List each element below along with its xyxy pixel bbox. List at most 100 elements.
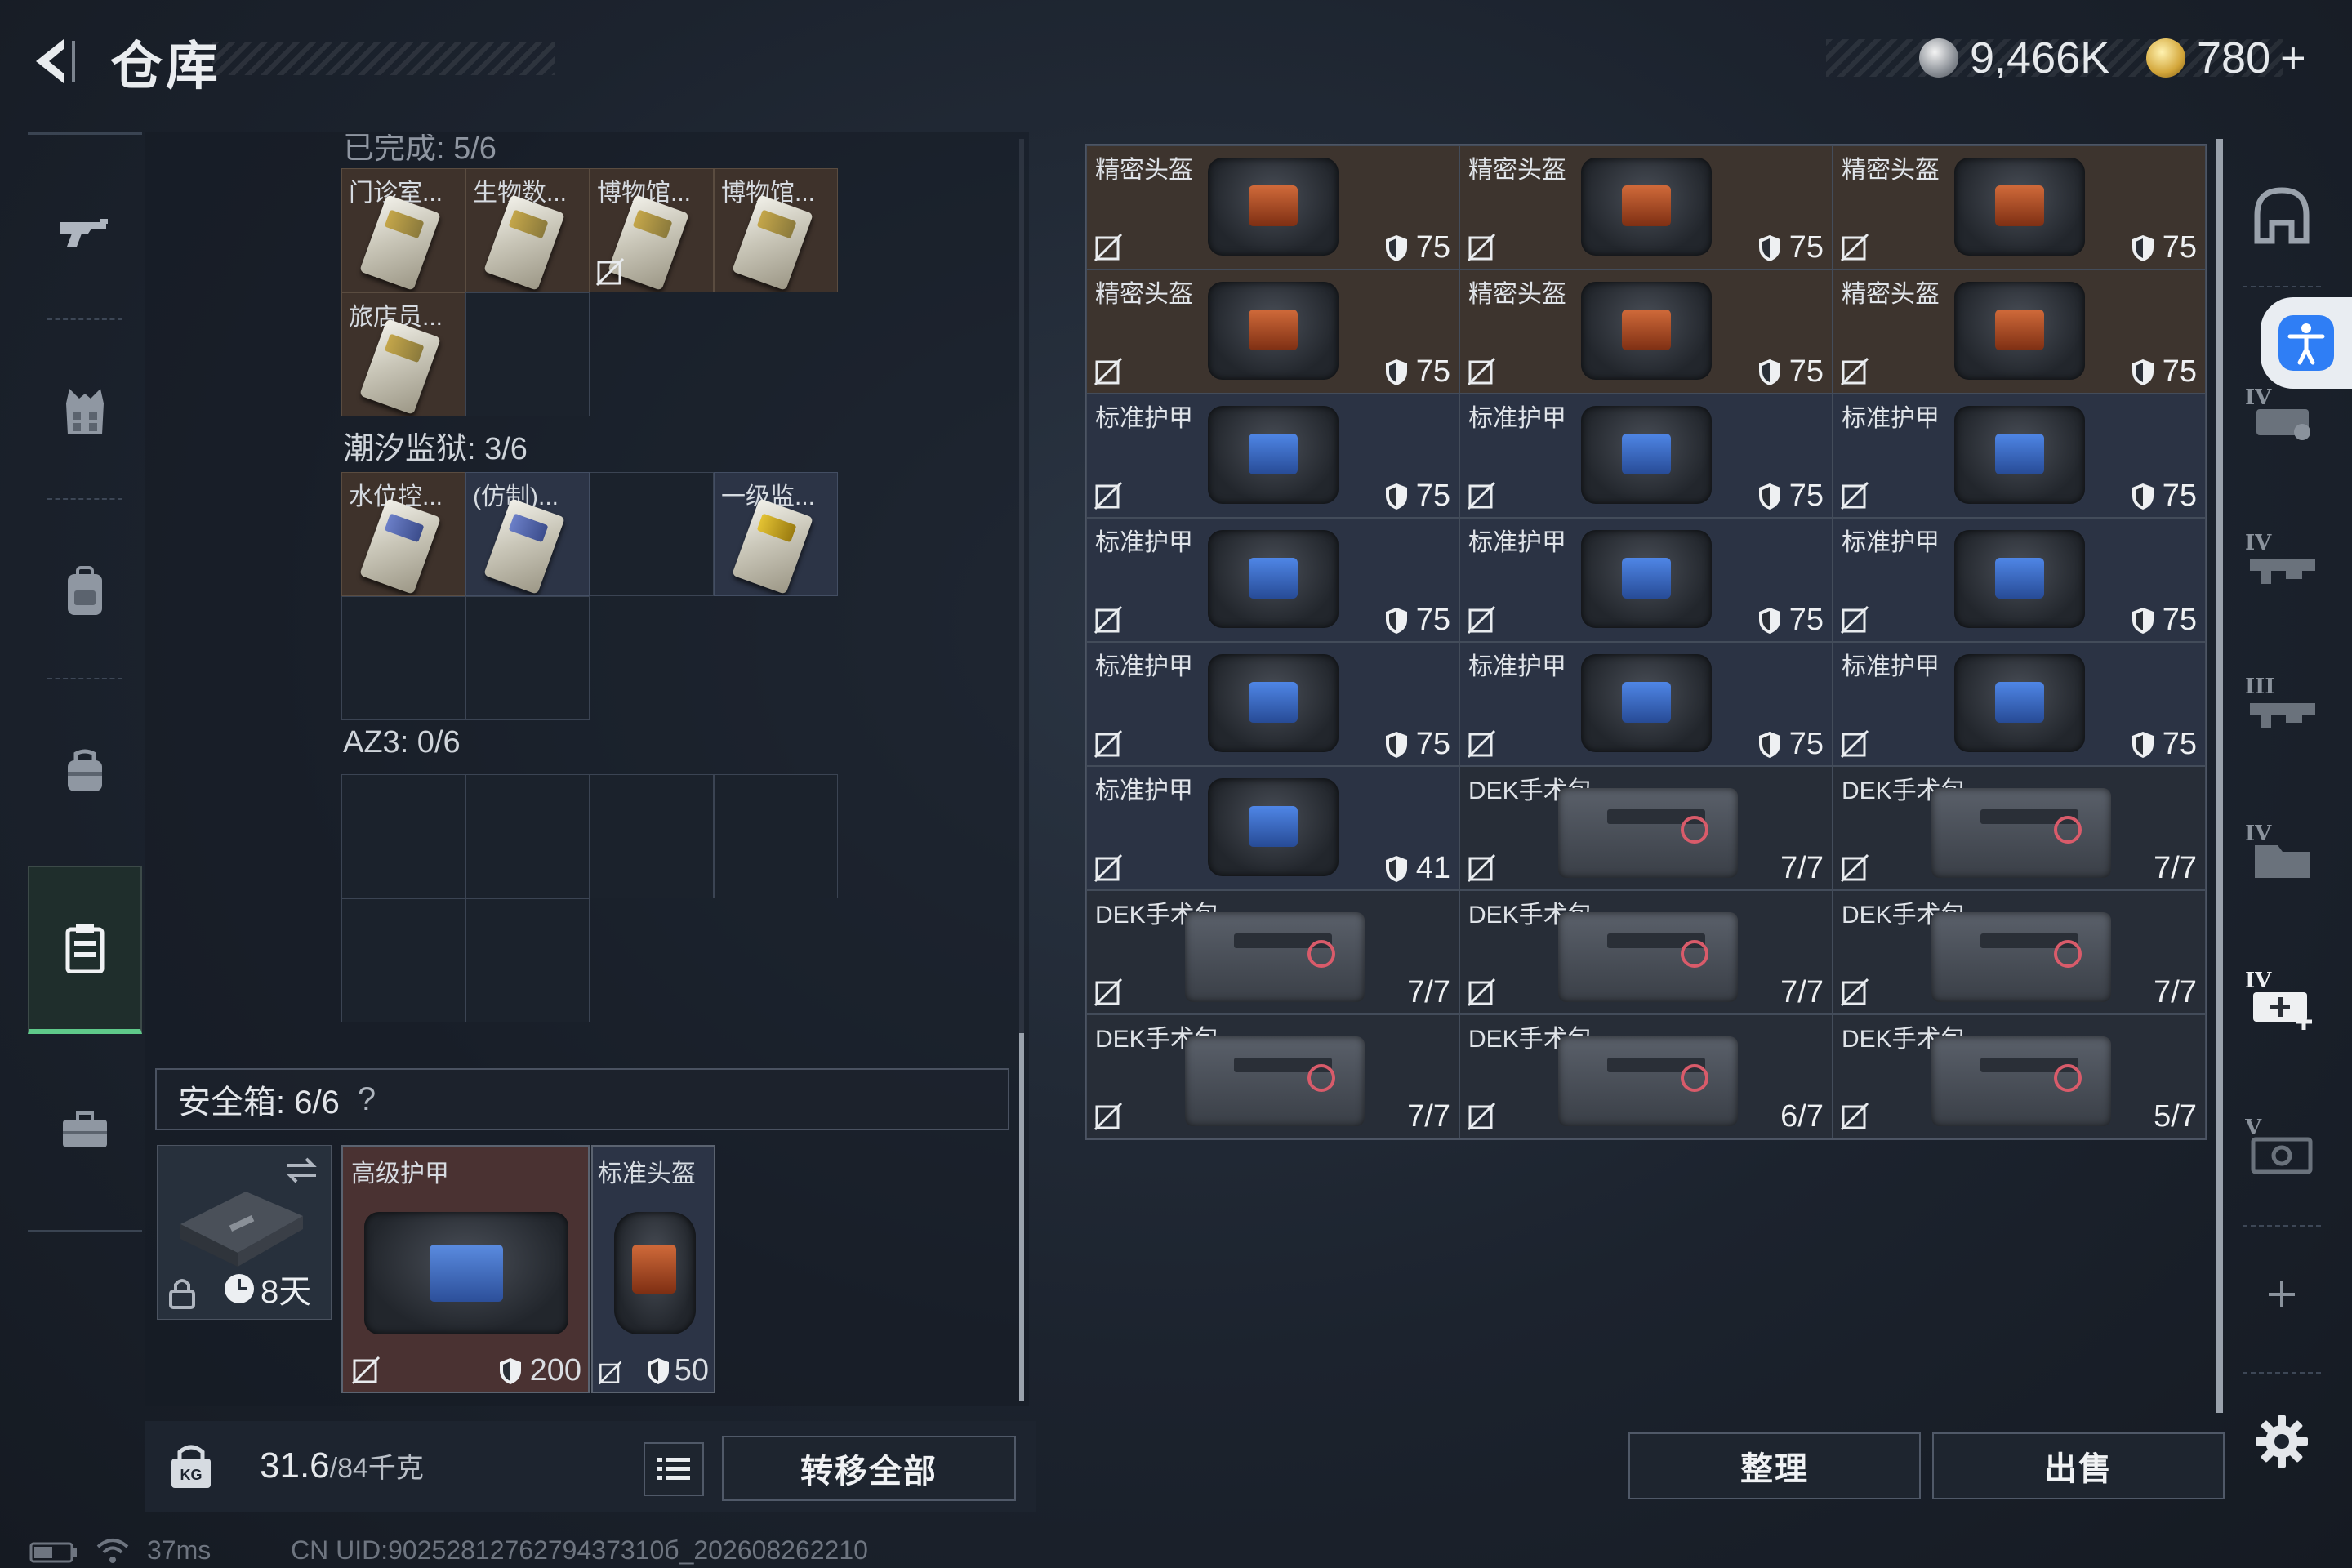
keycard-slot[interactable]: 博物馆... xyxy=(714,168,838,292)
item-label: 精密头盔 xyxy=(1842,281,1940,308)
stash-item-medkit[interactable]: DEK手术包 7/7 xyxy=(1086,1014,1459,1138)
right-scroll-thumb[interactable] xyxy=(2216,139,2223,1413)
sell-button[interactable]: 出售 xyxy=(1932,1432,2225,1499)
accessibility-button[interactable] xyxy=(2261,297,2352,389)
stash-item-helmet[interactable]: 精密头盔 75 xyxy=(1833,270,2206,394)
empty-slot[interactable] xyxy=(466,774,590,898)
backpack-icon xyxy=(68,566,102,615)
empty-slot[interactable] xyxy=(341,898,466,1022)
nav-bag[interactable] xyxy=(28,722,142,820)
stash-item-helmet[interactable]: 精密头盔 75 xyxy=(1086,145,1459,270)
stash-item-helmet[interactable]: 精密头盔 75 xyxy=(1833,145,2206,270)
no-drop-icon xyxy=(1840,481,1869,510)
item-value-text: 5/7 xyxy=(2154,1099,2197,1134)
left-scroll-thumb[interactable] xyxy=(1019,1033,1024,1401)
item-label: 精密头盔 xyxy=(1468,157,1566,184)
stash-item-medkit[interactable]: DEK手术包 5/7 xyxy=(1833,1014,2206,1138)
sort-button[interactable]: 整理 xyxy=(1628,1432,1921,1499)
keycard-slot[interactable]: (仿制)... xyxy=(466,472,590,596)
empty-slot[interactable] xyxy=(590,774,714,898)
empty-slot[interactable] xyxy=(466,596,590,720)
add-filter-button[interactable] xyxy=(2241,1258,2323,1331)
empty-slot[interactable] xyxy=(466,292,590,416)
nav-secure-container[interactable] xyxy=(28,866,142,1034)
stash-item-armor[interactable]: 标准护甲 75 xyxy=(1459,642,1833,766)
silver-coin-icon xyxy=(1919,38,1958,78)
stash-item-medkit[interactable]: DEK手术包 7/7 xyxy=(1459,766,1833,890)
svg-text:III: III xyxy=(2245,675,2275,699)
stash-item-armor[interactable]: 标准护甲 75 xyxy=(1833,642,2206,766)
back-arrow-icon[interactable] xyxy=(24,33,82,90)
item-value: 7/7 xyxy=(2154,851,2197,886)
timer-text: 8天 xyxy=(261,1274,312,1310)
helmet-icon xyxy=(614,1212,696,1334)
list-view-button[interactable] xyxy=(644,1442,704,1496)
keycard-slot[interactable]: 门诊室... xyxy=(341,168,466,292)
help-icon[interactable]: ? xyxy=(358,1081,376,1118)
filter-chest-v[interactable]: V xyxy=(2241,1107,2323,1181)
nav-vest[interactable] xyxy=(28,363,142,461)
nav-weapons[interactable] xyxy=(28,183,142,281)
item-value-text: 41 xyxy=(1415,851,1450,885)
stash-item-armor[interactable]: 标准护甲 75 xyxy=(1086,642,1459,766)
stash-item-helmet[interactable]: 精密头盔 75 xyxy=(1086,270,1459,394)
svg-text:IV: IV xyxy=(2245,531,2272,555)
stash-item-medkit[interactable]: DEK手术包 6/7 xyxy=(1459,1014,1833,1138)
stash-item-armor[interactable]: 标准护甲 41 xyxy=(1086,766,1459,890)
no-drop-icon xyxy=(1094,481,1123,510)
stash-item-medkit[interactable]: DEK手术包 7/7 xyxy=(1459,890,1833,1014)
stash-item-armor[interactable]: 标准护甲 75 xyxy=(1086,394,1459,518)
empty-slot[interactable] xyxy=(714,774,838,898)
keycard-slot[interactable]: 水位控... xyxy=(341,472,466,596)
filter-helmet[interactable] xyxy=(2241,180,2323,253)
stash-item-medkit[interactable]: DEK手术包 7/7 xyxy=(1833,766,2206,890)
stash-item-medkit[interactable]: DEK手术包 7/7 xyxy=(1833,890,2206,1014)
filter-folder-iv[interactable]: IV xyxy=(2241,813,2323,887)
stash-item-armor[interactable]: 标准护甲 75 xyxy=(1086,518,1459,642)
add-gold-button[interactable]: + xyxy=(2280,33,2306,83)
item-value: 75 xyxy=(1385,603,1450,638)
safebox-container-slot[interactable]: 8天 xyxy=(157,1145,332,1320)
lock-icon xyxy=(169,1279,195,1309)
stash-item-helmet[interactable]: 精密头盔 75 xyxy=(1459,145,1833,270)
keycard-slot[interactable]: 旅店员... xyxy=(341,292,466,416)
settings-button[interactable] xyxy=(2241,1405,2323,1478)
safe-item-armor[interactable]: 高级护甲 200 xyxy=(341,1145,590,1393)
no-drop-icon xyxy=(1094,357,1123,386)
no-drop-icon xyxy=(1467,233,1496,262)
empty-slot[interactable] xyxy=(341,774,466,898)
no-drop-icon xyxy=(1094,853,1123,883)
empty-slot[interactable] xyxy=(590,472,714,596)
safe-item-helmet[interactable]: 标准头盔 50 xyxy=(591,1145,715,1393)
empty-slot[interactable] xyxy=(341,596,466,720)
transfer-all-button[interactable]: 转移全部 xyxy=(722,1436,1016,1501)
gold-currency[interactable]: 780 + xyxy=(2146,29,2306,87)
stash-item-armor[interactable]: 标准护甲 75 xyxy=(1459,394,1833,518)
nav-backpack[interactable] xyxy=(28,542,142,640)
stash-item-armor[interactable]: 标准护甲 75 xyxy=(1459,518,1833,642)
section-tide-prison: 潮汐监狱: 3/6 xyxy=(343,432,528,466)
stash-item-medkit[interactable]: DEK手术包 7/7 xyxy=(1086,890,1459,1014)
item-label: 标准护甲 xyxy=(1842,405,1940,432)
empty-slot[interactable] xyxy=(466,898,590,1022)
stash-item-armor[interactable]: 标准护甲 75 xyxy=(1833,394,2206,518)
no-drop-icon xyxy=(1467,853,1496,883)
filter-rifle-iv[interactable]: IV xyxy=(2241,523,2323,596)
armor-icon xyxy=(1581,654,1712,752)
nav-briefcase[interactable] xyxy=(28,1081,142,1179)
item-value-text: 75 xyxy=(2162,479,2197,513)
filter-rifle-iii[interactable]: III xyxy=(2241,666,2323,740)
item-label: 高级护甲 xyxy=(351,1160,449,1187)
shield-icon xyxy=(1385,359,1407,385)
keycard-slot[interactable]: 博物馆... xyxy=(590,168,714,292)
keycard-slot[interactable]: 一级监... xyxy=(714,472,838,596)
stash-item-helmet[interactable]: 精密头盔 75 xyxy=(1459,270,1833,394)
plus-icon xyxy=(2269,1281,2295,1307)
swap-icon[interactable] xyxy=(283,1156,319,1185)
item-value-text: 75 xyxy=(2162,354,2197,389)
filter-medkit-iv[interactable]: IV xyxy=(2241,960,2323,1034)
keycard-slot[interactable]: 生物数... xyxy=(466,168,590,292)
gold-coin-icon xyxy=(2146,38,2185,78)
no-drop-icon xyxy=(1840,1102,1869,1131)
stash-item-armor[interactable]: 标准护甲 75 xyxy=(1833,518,2206,642)
